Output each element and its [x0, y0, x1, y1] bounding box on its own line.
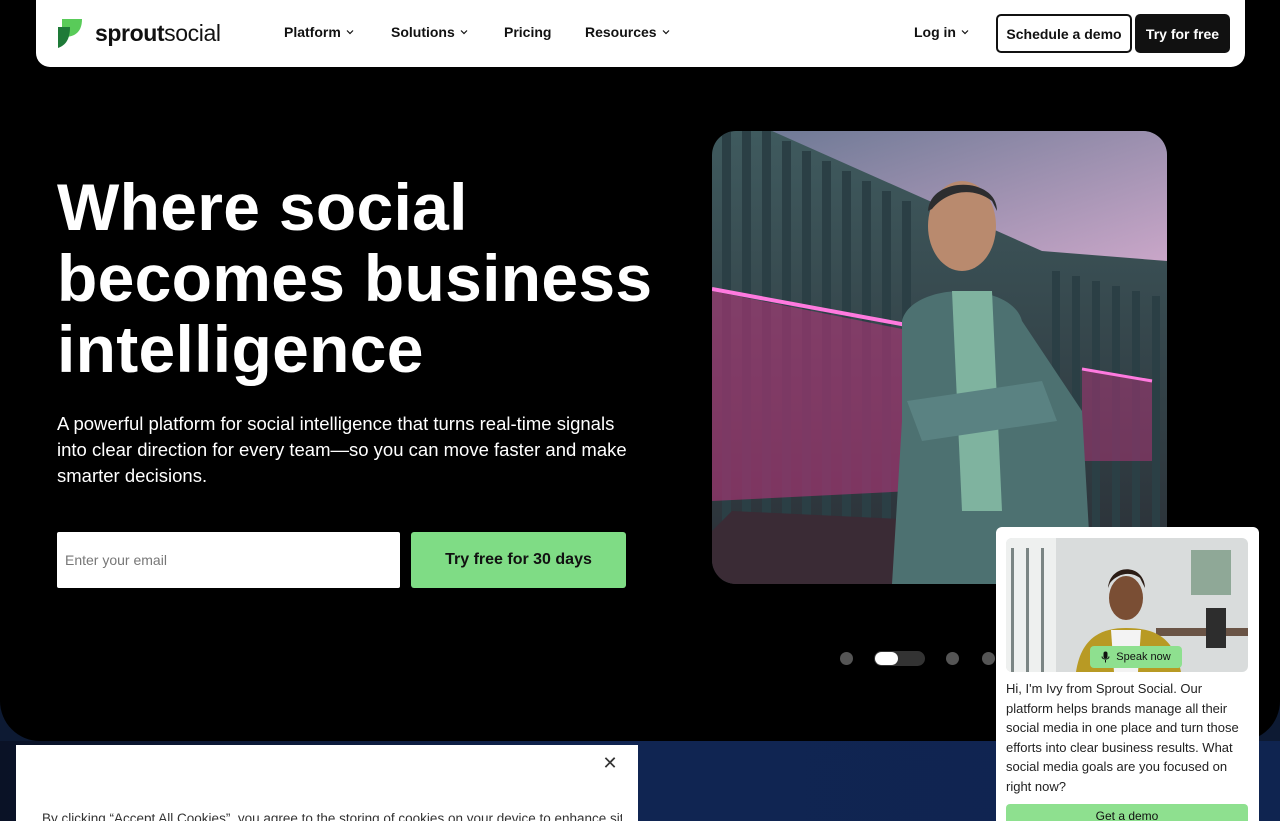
headline-line: becomes business	[57, 241, 653, 315]
sprout-leaf-icon	[58, 19, 82, 48]
nav-platform[interactable]: Platform	[284, 24, 354, 40]
carousel-dot-4[interactable]	[982, 652, 995, 665]
logo-wordmark: sproutsocial	[95, 19, 221, 46]
try-for-free-button[interactable]: Try for free	[1135, 14, 1230, 53]
close-icon[interactable]: ✕	[602, 754, 618, 772]
cookie-text: By clicking “Accept All Cookies”, you ag…	[42, 811, 622, 821]
hero-subtext: A powerful platform for social intellige…	[57, 413, 627, 486]
top-navbar: sproutsocial Platform Solutions Pricing …	[36, 0, 1245, 67]
carousel-dot-1[interactable]	[840, 652, 853, 665]
nav-solutions-label: Solutions	[391, 24, 455, 40]
hero-headline: Where social becomes business intelligen…	[57, 172, 677, 385]
hero-photo-illustration	[712, 131, 1167, 584]
nav-resources-label: Resources	[585, 24, 657, 40]
chat-widget: Speak now Hi, I'm Ivy from Sprout Social…	[996, 527, 1259, 821]
schedule-demo-button[interactable]: Schedule a demo	[996, 14, 1132, 53]
chat-message: Hi, I'm Ivy from Sprout Social. Our plat…	[1006, 681, 1239, 794]
speak-now-button[interactable]: Speak now	[1090, 646, 1182, 668]
nav-pricing-label: Pricing	[504, 24, 552, 40]
nav-platform-label: Platform	[284, 24, 341, 40]
hero-photo	[712, 131, 1167, 584]
headline-line: intelligence	[57, 312, 424, 386]
carousel-dot-3[interactable]	[946, 652, 959, 665]
carousel-dot-2-active[interactable]	[875, 652, 898, 665]
try-free-30-days-button[interactable]: Try free for 30 days	[411, 532, 626, 588]
nav-pricing[interactable]: Pricing	[504, 24, 551, 40]
agent-video: Speak now	[1006, 538, 1248, 672]
login-link[interactable]: Log in	[914, 24, 969, 40]
email-input[interactable]	[57, 532, 400, 588]
chevron-down-icon	[346, 30, 354, 35]
microphone-icon	[1101, 651, 1110, 663]
chevron-down-icon	[662, 30, 670, 35]
nav-solutions[interactable]: Solutions	[391, 24, 468, 40]
chevron-down-icon	[460, 30, 468, 35]
headline-line: Where social	[57, 170, 468, 244]
sprout-social-logo[interactable]: sproutsocial	[56, 17, 221, 49]
chevron-down-icon	[961, 30, 969, 35]
login-label: Log in	[914, 24, 956, 40]
nav-resources[interactable]: Resources	[585, 24, 670, 40]
speak-now-label: Speak now	[1116, 651, 1171, 663]
cookie-banner: ✕ By clicking “Accept All Cookies”, you …	[16, 745, 638, 821]
get-demo-button[interactable]: Get a demo	[1006, 804, 1248, 821]
